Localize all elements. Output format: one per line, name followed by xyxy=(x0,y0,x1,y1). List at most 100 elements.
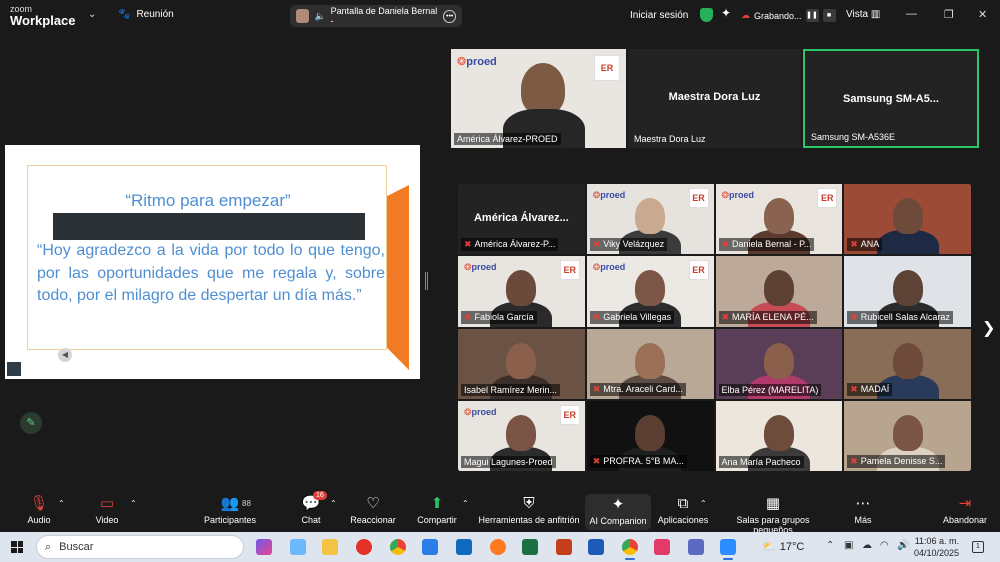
gallery-tile[interactable]: ❂proed ER ✖ Fabiola García xyxy=(458,256,585,327)
notifications-icon[interactable]: 1 xyxy=(972,541,984,553)
gallery-tile[interactable]: ✖ MADAÍ xyxy=(844,328,971,399)
gallery-tile[interactable]: ✖ ANA xyxy=(844,184,971,255)
restore-icon[interactable]: ❐ xyxy=(944,8,954,21)
gallery-tile[interactable]: ✖ Rubicell Salas Alcaraz xyxy=(844,256,971,327)
gallery-tile[interactable]: ❂proed ER ✖ Gabriela Villegas xyxy=(586,256,714,327)
gallery-tile[interactable]: ✖ Mtra. Araceli Card... xyxy=(586,328,714,399)
gallery-tile[interactable]: ✖ Pamela Denisse S... xyxy=(844,400,971,471)
gallery-tile[interactable]: ✖ PROFRA. 5°B MA... xyxy=(586,400,714,471)
ai-sparkle-icon[interactable]: ✦ xyxy=(721,6,731,20)
participant-name-label: América Álvarez-PROED xyxy=(454,133,561,145)
participant-head xyxy=(892,270,923,307)
annotate-pencil-icon[interactable]: ✎ xyxy=(20,412,42,434)
weather-widget[interactable]: ⛅ 17°C xyxy=(762,540,804,554)
firefox-icon[interactable] xyxy=(490,539,506,555)
close-icon[interactable]: ✕ xyxy=(978,8,987,21)
powerpoint-icon[interactable] xyxy=(556,539,572,555)
signin-link[interactable]: Iniciar sesión xyxy=(630,10,688,21)
windows-start-icon[interactable] xyxy=(11,541,23,553)
slide-audio-icon[interactable]: ◀ xyxy=(58,348,72,362)
taskbar-search[interactable]: ⌕ Buscar xyxy=(36,535,244,559)
gallery-tile[interactable]: Elba Pérez (MARELITA) xyxy=(715,328,843,399)
participant-name-label: Samsung SM-A536E xyxy=(811,132,896,142)
volume-icon[interactable]: 🔊 xyxy=(897,540,909,551)
chrome-profile-icon[interactable] xyxy=(622,539,638,560)
gallery-tile[interactable]: América Álvarez... ✖ América Álvarez-P... xyxy=(458,184,585,255)
zoom-meeting-window: zoom Workplace ⌄ 🐾 Reunión 🔈 Pantalla de… xyxy=(0,0,1000,562)
onedrive-icon[interactable]: ☁ xyxy=(862,540,872,551)
paint-icon[interactable] xyxy=(688,539,704,555)
clock-time: 11:06 a. m. xyxy=(914,536,960,546)
screen-share-indicator[interactable]: 🔈 Pantalla de Daniela Bernal - ••• xyxy=(290,5,462,27)
chrome-icon[interactable] xyxy=(390,539,406,555)
meeting-info-button[interactable]: 🐾 Reunión xyxy=(118,9,174,20)
chat-caret-icon[interactable]: ⌃ xyxy=(330,499,337,508)
tray-app-icon[interactable]: ▣ xyxy=(844,540,853,551)
outlook-icon[interactable] xyxy=(456,539,472,555)
chevron-down-icon[interactable]: ⌄ xyxy=(88,9,96,20)
minimize-icon[interactable]: — xyxy=(906,8,917,20)
gallery-tile[interactable]: Ana María Pacheco xyxy=(715,400,843,471)
breakout-rooms-button[interactable]: ▦ Salas para grupos pequeños xyxy=(716,493,830,535)
gallery-tile[interactable]: ❂proed ER ✖ Daniela Bernal - P... xyxy=(715,184,843,255)
ai-companion-button[interactable]: ✦ AI Companion xyxy=(585,494,651,530)
gallery-tile[interactable]: ✖ MARÍA ELENA PÉ... xyxy=(715,256,843,327)
pause-recording-button[interactable]: ❚❚ xyxy=(805,9,819,22)
react-button[interactable]: ♡ Reaccionar xyxy=(348,493,398,525)
leave-button[interactable]: ⇥ Abandonar xyxy=(940,493,990,525)
apps-button[interactable]: ⧉ Aplicaciones xyxy=(656,493,710,525)
word-icon[interactable] xyxy=(588,539,604,555)
gallery-tile[interactable]: ❂proed ER Magui Lagunes-Proed xyxy=(458,400,585,471)
next-page-chevron-icon[interactable]: ❯ xyxy=(982,318,995,338)
meeting-toolbar: 🎙 Audio ⌃ ▭ Video ⌃ 👥 Participantes 88 💬… xyxy=(0,490,1000,535)
shared-screen: “Ritmo para empezar” “Hoy agradezco a la… xyxy=(5,145,420,379)
wifi-icon[interactable]: ◠ xyxy=(880,540,889,551)
title-bar: zoom Workplace ⌄ 🐾 Reunión 🔈 Pantalla de… xyxy=(0,0,1000,32)
ai-sparkle-icon: ✦ xyxy=(611,496,625,513)
messaging-app-icon[interactable] xyxy=(654,539,670,555)
share-caret-icon[interactable]: ⌃ xyxy=(462,499,469,508)
task-view-icon[interactable] xyxy=(290,539,306,555)
host-tools-button[interactable]: ⛨ Herramientas de anfitrión xyxy=(478,493,580,525)
er-logo: ER xyxy=(594,55,620,81)
speaker-tile-1[interactable]: ❂proed ER América Álvarez-PROED xyxy=(451,49,626,148)
speaker-tile-2[interactable]: Maestra Dora Luz Maestra Dora Luz xyxy=(628,49,801,148)
participant-name-label: ✖ Mtra. Araceli Card... xyxy=(589,382,686,396)
speaker-icon: 🔈 xyxy=(314,10,326,21)
excel-icon[interactable] xyxy=(522,539,538,555)
mic-muted-icon: ✖ xyxy=(464,311,472,322)
tray-chevron-icon[interactable]: ⌃ xyxy=(826,540,834,551)
split-view-handle[interactable] xyxy=(425,272,428,290)
gallery-tile[interactable]: Isabel Ramírez Merin... xyxy=(458,328,585,399)
zoom-taskbar-icon[interactable] xyxy=(720,539,736,560)
store-icon[interactable] xyxy=(422,539,438,555)
chat-button[interactable]: 💬 Chat 16 xyxy=(296,491,327,525)
mic-muted-icon: ✖ xyxy=(464,239,472,250)
participant-name: Viky Velázquez xyxy=(603,239,665,250)
proed-logo: ❂proed xyxy=(457,56,497,68)
video-button[interactable]: ▭ Video xyxy=(90,493,124,525)
mic-muted-icon: ✖ xyxy=(592,456,601,466)
participant-head xyxy=(635,270,666,307)
more-options-icon[interactable]: ••• xyxy=(443,9,456,23)
opera-icon[interactable] xyxy=(356,539,372,555)
mic-muted-icon: ✖ xyxy=(592,383,601,394)
participant-display-name: Maestra Dora Luz xyxy=(668,91,761,103)
audio-button[interactable]: 🎙 Audio xyxy=(22,493,56,525)
view-button[interactable]: Vista ▥ xyxy=(846,9,880,20)
copilot-icon[interactable] xyxy=(256,539,272,555)
participant-head xyxy=(763,414,794,451)
share-button[interactable]: ⬆ Compartir xyxy=(414,493,460,525)
participants-button[interactable]: 👥 Participantes 88 xyxy=(200,493,260,525)
apps-caret-icon[interactable]: ⌃ xyxy=(700,499,707,508)
more-button[interactable]: ⋯ Más xyxy=(848,493,878,525)
audio-caret-icon[interactable]: ⌃ xyxy=(58,499,65,508)
video-caret-icon[interactable]: ⌃ xyxy=(130,499,137,508)
taskbar-clock[interactable]: 11:06 a. m. 04/10/2025 xyxy=(914,535,959,559)
gallery-tile[interactable]: ❂proed ER ✖ Viky Velázquez xyxy=(586,184,714,255)
file-explorer-icon[interactable] xyxy=(322,539,338,555)
view-grid-icon: ▥ xyxy=(870,9,881,20)
encryption-shield-icon[interactable] xyxy=(700,8,713,22)
speaker-tile-3[interactable]: Samsung SM-A5... Samsung SM-A536E xyxy=(803,49,979,148)
stop-recording-button[interactable]: ■ xyxy=(822,9,836,22)
